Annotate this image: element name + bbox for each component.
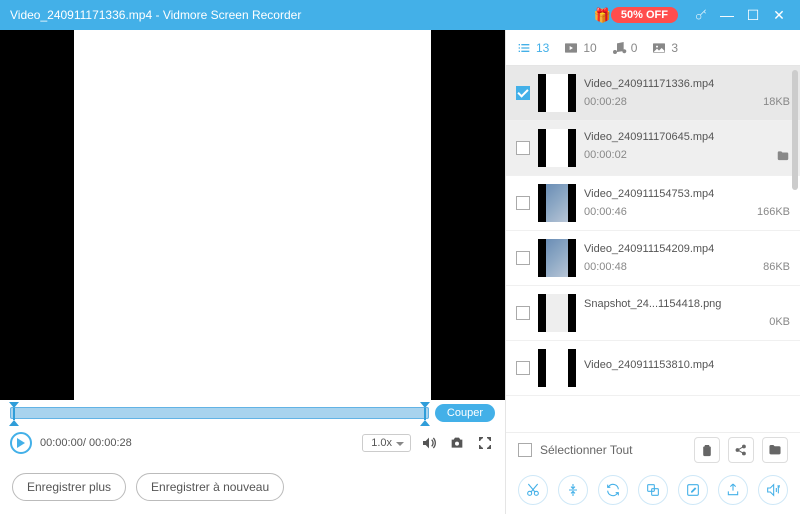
play-button[interactable] — [10, 432, 32, 454]
filter-tabs: 13 10 0 3 — [506, 30, 800, 66]
file-info: Video_240911154209.mp4 00:00:48 86KB — [584, 243, 790, 273]
file-checkbox[interactable] — [516, 196, 530, 210]
file-name: Video_240911170645.mp4 — [584, 131, 790, 143]
file-size: 86KB — [763, 261, 790, 273]
file-thumbnail — [538, 74, 576, 112]
save-again-button[interactable]: Enregistrer à nouveau — [136, 473, 284, 501]
file-size: 166KB — [757, 206, 790, 218]
trim-handle-start[interactable] — [9, 402, 19, 426]
window-title: Video_240911171336.mp4 - Vidmore Screen … — [10, 8, 593, 22]
file-info: Video_240911170645.mp4 00:00:02 — [584, 131, 790, 166]
preview-content — [74, 30, 431, 400]
folder-icon[interactable] — [776, 149, 790, 166]
file-thumbnail — [538, 129, 576, 167]
file-item[interactable]: Video_240911153810.mp4 — [506, 341, 800, 396]
file-thumbnail — [538, 239, 576, 277]
file-item[interactable]: Video_240911171336.mp4 00:00:28 18KB — [506, 66, 800, 121]
export-tool-button[interactable] — [718, 475, 748, 505]
file-info: Video_240911153810.mp4 — [584, 359, 790, 377]
file-name: Video_240911154753.mp4 — [584, 188, 790, 200]
save-more-button[interactable]: Enregistrer plus — [12, 473, 126, 501]
preview-letterbox-left — [0, 30, 74, 400]
file-list[interactable]: Video_240911171336.mp400:00:2818KBVideo_… — [506, 66, 800, 432]
file-item[interactable]: Video_240911170645.mp4 00:00:02 — [506, 121, 800, 176]
tab-audio[interactable]: 0 — [611, 40, 638, 56]
file-thumbnail — [538, 349, 576, 387]
trim-timeline[interactable] — [10, 407, 429, 419]
music-icon — [611, 40, 627, 56]
select-all-checkbox[interactable] — [518, 443, 532, 457]
select-all-row: Sélectionner Tout — [506, 432, 800, 466]
video-preview[interactable] — [0, 30, 505, 400]
preview-panel: Couper 00:00:00/ 00:00:28 1.0x Enregistr… — [0, 30, 506, 514]
audio-tool-button[interactable] — [758, 475, 788, 505]
gift-icon: 🎁 — [593, 7, 610, 24]
file-name: Video_240911171336.mp4 — [584, 78, 790, 90]
trim-handle-end[interactable] — [420, 402, 430, 426]
save-row: Enregistrer plus Enregistrer à nouveau — [0, 460, 505, 514]
titlebar: Video_240911171336.mp4 - Vidmore Screen … — [0, 0, 800, 30]
file-panel: 13 10 0 3 Video_240911171336.mp4 00:00:28… — [506, 30, 800, 514]
title-filename: Video_240911171336.mp4 — [10, 8, 152, 22]
file-item[interactable]: Snapshot_24...1154418.png 0KB — [506, 286, 800, 341]
file-name: Snapshot_24...1154418.png — [584, 298, 790, 310]
timecode: 00:00:00/ 00:00:28 — [40, 437, 132, 449]
file-checkbox[interactable] — [516, 306, 530, 320]
timeline-row: Couper — [0, 400, 505, 426]
preview-letterbox-right — [431, 30, 505, 400]
file-duration: 00:00:28 — [584, 96, 627, 108]
scrollbar-thumb[interactable] — [792, 70, 798, 190]
open-folder-button[interactable] — [762, 437, 788, 463]
file-thumbnail — [538, 184, 576, 222]
tab-image[interactable]: 3 — [651, 40, 678, 56]
tool-row — [506, 466, 800, 514]
file-name: Video_240911153810.mp4 — [584, 359, 790, 371]
close-button[interactable]: ✕ — [768, 4, 790, 26]
compress-tool-button[interactable] — [558, 475, 588, 505]
file-info: Snapshot_24...1154418.png 0KB — [584, 298, 790, 328]
file-duration: 00:00:46 — [584, 206, 627, 218]
file-checkbox[interactable] — [516, 361, 530, 375]
video-icon — [563, 40, 579, 56]
title-app: Vidmore Screen Recorder — [163, 8, 302, 22]
file-item[interactable]: Video_240911154209.mp4 00:00:48 86KB — [506, 231, 800, 286]
file-name: Video_240911154209.mp4 — [584, 243, 790, 255]
file-duration: 00:00:02 — [584, 149, 627, 166]
snapshot-icon[interactable] — [447, 433, 467, 453]
list-icon — [516, 40, 532, 56]
cut-button[interactable]: Couper — [435, 404, 495, 422]
convert-tool-button[interactable] — [598, 475, 628, 505]
key-icon[interactable] — [690, 4, 712, 26]
volume-icon[interactable] — [419, 433, 439, 453]
file-item[interactable]: Video_240911154753.mp4 00:00:46 166KB — [506, 176, 800, 231]
file-info: Video_240911171336.mp4 00:00:28 18KB — [584, 78, 790, 108]
file-size: 18KB — [763, 96, 790, 108]
file-checkbox[interactable] — [516, 251, 530, 265]
file-thumbnail — [538, 294, 576, 332]
merge-tool-button[interactable] — [638, 475, 668, 505]
share-button[interactable] — [728, 437, 754, 463]
maximize-button[interactable]: ☐ — [742, 4, 764, 26]
file-duration: 00:00:48 — [584, 261, 627, 273]
delete-button[interactable] — [694, 437, 720, 463]
file-size: 0KB — [769, 316, 790, 328]
file-checkbox[interactable] — [516, 86, 530, 100]
speed-select[interactable]: 1.0x — [362, 434, 411, 452]
promo-badge[interactable]: 50% OFF — [611, 7, 678, 23]
playback-controls: 00:00:00/ 00:00:28 1.0x — [0, 426, 505, 460]
tab-video[interactable]: 10 — [563, 40, 596, 56]
select-all-label: Sélectionner Tout — [540, 443, 633, 457]
edit-tool-button[interactable] — [678, 475, 708, 505]
file-info: Video_240911154753.mp4 00:00:46 166KB — [584, 188, 790, 218]
file-checkbox[interactable] — [516, 141, 530, 155]
minimize-button[interactable]: — — [716, 4, 738, 26]
image-icon — [651, 40, 667, 56]
tab-all[interactable]: 13 — [516, 40, 549, 56]
fullscreen-icon[interactable] — [475, 433, 495, 453]
trim-tool-button[interactable] — [518, 475, 548, 505]
